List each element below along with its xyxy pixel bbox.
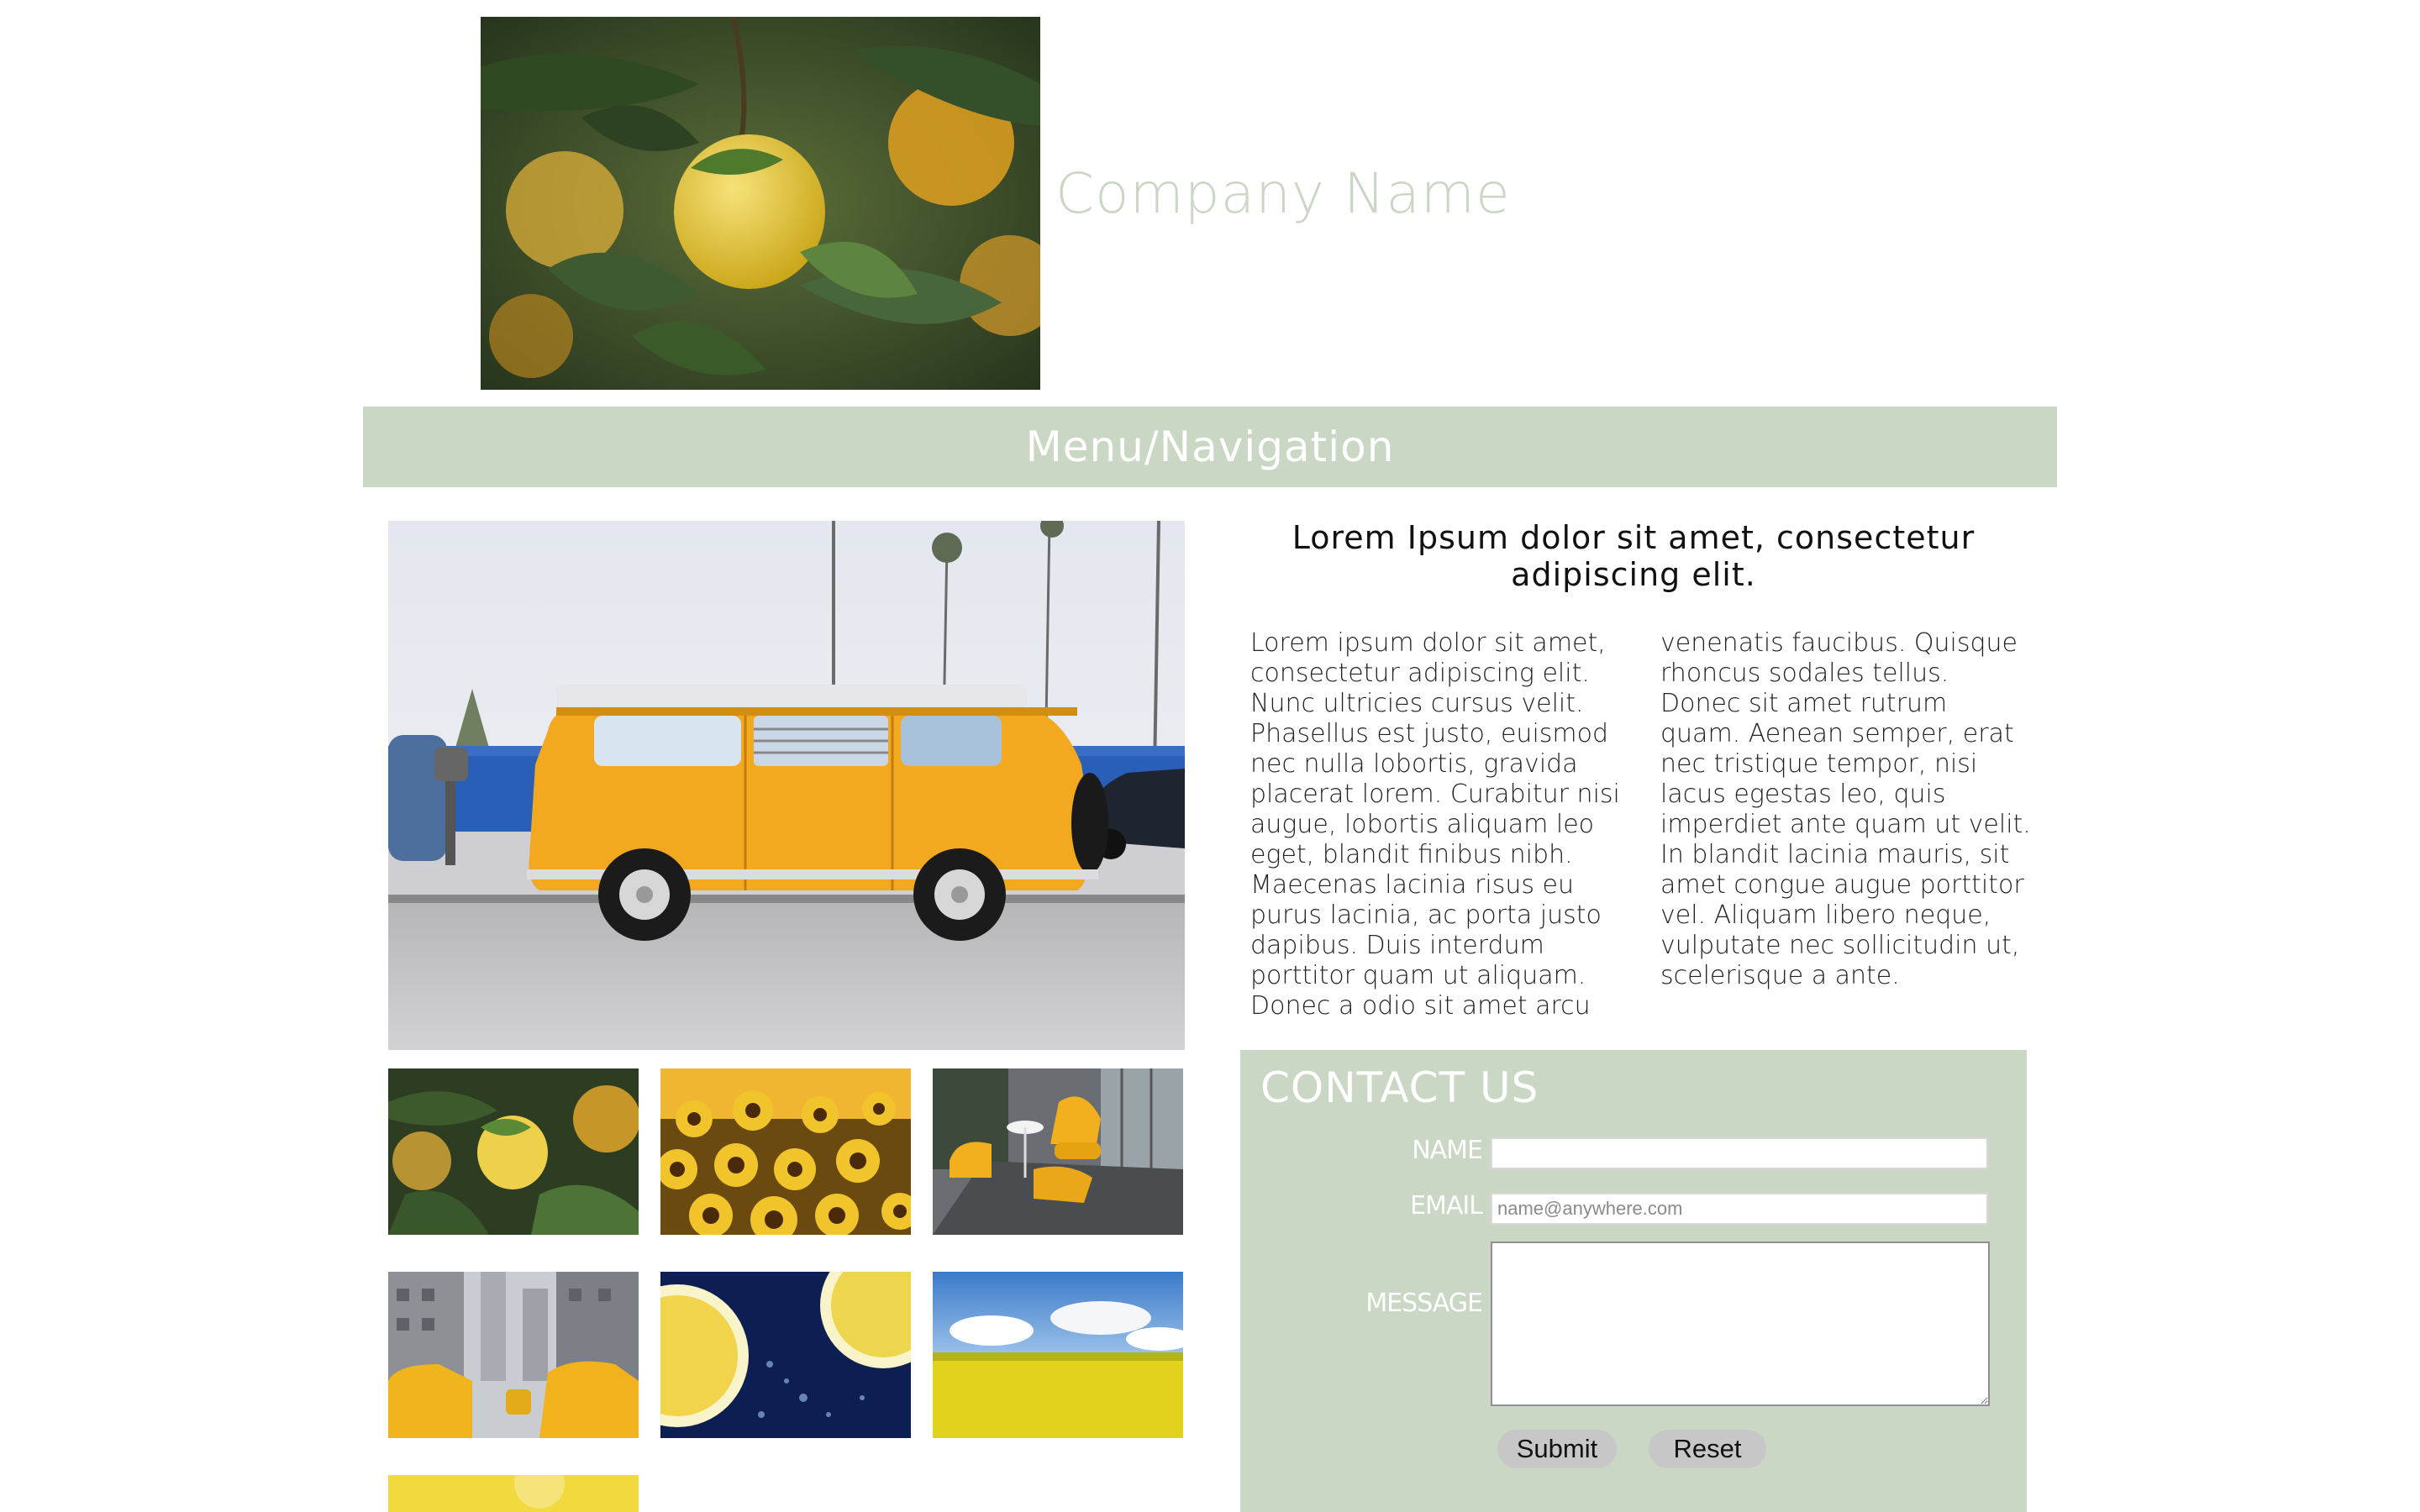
thumb-taxis[interactable] (388, 1272, 639, 1438)
thumb-lemons[interactable] (388, 1068, 639, 1235)
contact-title: CONTACT US (1260, 1063, 1539, 1112)
message-label: MESSAGE (1365, 1289, 1483, 1318)
message-textarea[interactable] (1491, 1242, 1990, 1406)
name-label: NAME (1412, 1136, 1483, 1165)
main-van-image (388, 521, 1185, 1050)
header-lemon-image (481, 17, 1040, 390)
reset-button[interactable]: Reset (1649, 1430, 1766, 1468)
email-input[interactable] (1491, 1193, 1988, 1225)
contact-panel: CONTACT US NAME EMAIL MESSAGE Submit Res… (1240, 1050, 2027, 1512)
thumb-lemon-slices[interactable] (660, 1272, 911, 1438)
article-body: Lorem ipsum dolor sit amet, consectetur … (1250, 628, 2031, 1021)
thumb-chairs[interactable] (933, 1068, 1183, 1235)
article-heading: Lorem Ipsum dolor sit amet, consectetur … (1292, 519, 1975, 593)
email-label: EMAIL (1410, 1191, 1483, 1221)
thumb-sunflowers[interactable] (660, 1068, 911, 1235)
company-name: Company Name (1055, 161, 1511, 226)
nav-bar[interactable]: Menu/Navigation (363, 407, 2057, 487)
submit-button[interactable]: Submit (1497, 1430, 1617, 1468)
nav-label[interactable]: Menu/Navigation (1026, 423, 1395, 471)
name-input[interactable] (1491, 1137, 1988, 1169)
thumb-rapeseed-field[interactable] (933, 1272, 1183, 1438)
thumb-lemon-partial[interactable] (388, 1475, 639, 1512)
page: Company Name Menu/Navigation Lorem Ipsum… (0, 0, 2420, 1512)
